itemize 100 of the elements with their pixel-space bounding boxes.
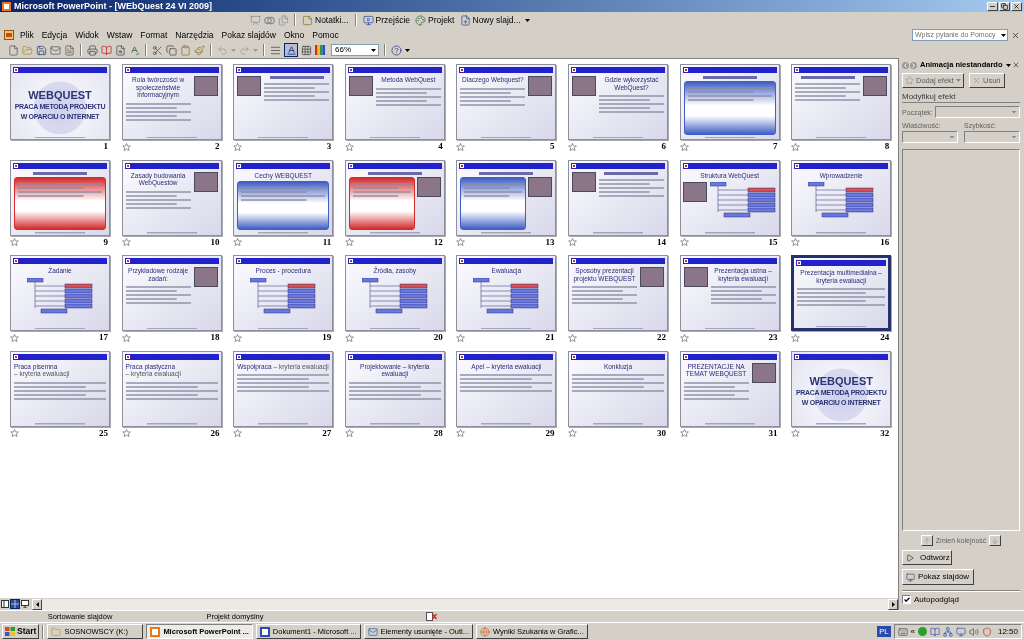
slide-thumbnail[interactable] bbox=[791, 64, 892, 140]
zoom-combobox[interactable]: 66% bbox=[331, 44, 379, 56]
play-button[interactable]: Odtwórz bbox=[902, 550, 952, 565]
back-icon[interactable] bbox=[902, 61, 909, 69]
paste-icon[interactable] bbox=[180, 44, 191, 56]
slide-icon[interactable] bbox=[250, 14, 261, 26]
notes-button[interactable]: Notatki... bbox=[301, 13, 350, 27]
close-button[interactable] bbox=[1011, 1, 1022, 11]
star-icon[interactable] bbox=[567, 142, 577, 151]
spellcheck-icon[interactable] bbox=[129, 44, 140, 56]
star-icon[interactable] bbox=[791, 333, 801, 342]
star-icon[interactable] bbox=[10, 429, 19, 437]
star-icon[interactable] bbox=[344, 142, 354, 151]
mail-icon[interactable] bbox=[50, 44, 61, 56]
slide-thumbnail[interactable] bbox=[344, 159, 445, 236]
horizontal-scrollbar[interactable] bbox=[32, 598, 898, 610]
slide-thumbnail[interactable] bbox=[233, 64, 334, 140]
save-icon[interactable] bbox=[36, 44, 47, 56]
book-icon[interactable] bbox=[101, 44, 112, 56]
star-icon[interactable] bbox=[679, 429, 689, 437]
network-icon[interactable] bbox=[942, 626, 953, 637]
close-icon[interactable] bbox=[1012, 61, 1020, 69]
transition-button[interactable]: Przejście bbox=[361, 13, 412, 27]
menu-item[interactable]: Pokaz slajdów bbox=[217, 30, 280, 40]
color-stripes-icon[interactable] bbox=[315, 45, 325, 55]
new-file-icon[interactable] bbox=[8, 44, 19, 56]
redo-icon[interactable] bbox=[239, 44, 250, 56]
design-button[interactable]: Projekt bbox=[414, 13, 456, 27]
star-icon[interactable] bbox=[567, 238, 577, 246]
file-search-icon[interactable] bbox=[115, 44, 126, 56]
dropdown-icon[interactable] bbox=[1006, 63, 1011, 67]
document-icon[interactable] bbox=[64, 44, 75, 56]
open-folder-icon[interactable] bbox=[22, 44, 33, 56]
move-down-button[interactable] bbox=[989, 535, 1002, 546]
rings-icon[interactable] bbox=[264, 14, 275, 26]
view-button[interactable] bbox=[20, 599, 30, 609]
scroll-left-button[interactable] bbox=[32, 598, 42, 610]
star-icon[interactable] bbox=[121, 238, 131, 246]
page-cross-icon[interactable] bbox=[426, 612, 437, 621]
menu-item[interactable]: Okno bbox=[279, 30, 309, 40]
menu-item[interactable]: Widok bbox=[71, 30, 103, 40]
slide-thumbnail[interactable] bbox=[567, 159, 668, 236]
toolbar-options-icon[interactable] bbox=[524, 18, 530, 22]
star-icon[interactable] bbox=[791, 429, 801, 437]
cut-icon[interactable] bbox=[152, 44, 163, 56]
menu-item[interactable]: Pomoc bbox=[308, 30, 343, 40]
star-icon[interactable] bbox=[791, 142, 801, 151]
star-icon[interactable] bbox=[344, 238, 354, 246]
new-slide-button[interactable]: Nowy slajd... bbox=[458, 13, 522, 27]
star-icon[interactable] bbox=[456, 333, 466, 342]
star-icon[interactable] bbox=[233, 238, 243, 246]
caret-icon[interactable] bbox=[405, 48, 410, 52]
brush-icon[interactable] bbox=[194, 44, 205, 56]
copy-icon[interactable] bbox=[166, 44, 177, 56]
star-icon[interactable] bbox=[121, 429, 131, 437]
undo-icon[interactable] bbox=[217, 44, 228, 56]
star-icon[interactable] bbox=[567, 429, 577, 437]
lines-icon[interactable] bbox=[270, 44, 281, 56]
view-button[interactable] bbox=[10, 599, 20, 609]
star-icon[interactable] bbox=[567, 333, 577, 342]
show-formatting-button[interactable] bbox=[284, 43, 298, 57]
close-icon[interactable] bbox=[1011, 30, 1020, 40]
star-icon[interactable] bbox=[233, 333, 243, 342]
grid-icon[interactable] bbox=[301, 44, 312, 56]
star-icon[interactable] bbox=[10, 238, 19, 246]
star-icon[interactable] bbox=[233, 142, 243, 151]
expand-tray-button[interactable]: « bbox=[910, 627, 915, 636]
print-icon[interactable] bbox=[87, 44, 98, 56]
menu-item[interactable]: Edycja bbox=[37, 30, 72, 40]
keyboard-icon[interactable] bbox=[897, 626, 908, 637]
menu-item[interactable]: Wstaw bbox=[102, 30, 137, 40]
checkbox[interactable] bbox=[902, 595, 911, 604]
slide-show-button[interactable]: Pokaz slajdów bbox=[902, 569, 974, 585]
slide-thumbnail[interactable] bbox=[679, 64, 780, 140]
star-icon[interactable] bbox=[233, 429, 243, 437]
star-icon[interactable] bbox=[679, 333, 689, 342]
menu-item[interactable]: Format bbox=[136, 30, 172, 40]
slide-thumbnail[interactable] bbox=[456, 159, 557, 236]
slide-thumbnail[interactable] bbox=[10, 159, 110, 236]
forward-icon[interactable] bbox=[910, 61, 917, 69]
monitor-icon[interactable] bbox=[955, 626, 966, 637]
circle-icon[interactable] bbox=[917, 627, 927, 636]
menu-item[interactable]: Plik bbox=[16, 30, 38, 40]
app-icon[interactable] bbox=[4, 30, 14, 40]
view-button[interactable] bbox=[0, 599, 10, 609]
speaker-icon[interactable] bbox=[968, 626, 979, 637]
star-icon[interactable] bbox=[679, 142, 689, 151]
shield-icon[interactable] bbox=[981, 626, 992, 637]
star-icon[interactable] bbox=[791, 238, 801, 246]
star-icon[interactable] bbox=[121, 333, 131, 342]
star-icon[interactable] bbox=[456, 142, 466, 151]
star-icon[interactable] bbox=[344, 333, 354, 342]
move-up-button[interactable] bbox=[920, 535, 933, 546]
star-icon[interactable] bbox=[121, 142, 131, 151]
star-icon[interactable] bbox=[344, 429, 354, 437]
start-button[interactable]: Start bbox=[2, 624, 40, 639]
star-icon[interactable] bbox=[10, 333, 19, 342]
menu-item[interactable]: Narzędzia bbox=[171, 30, 218, 40]
restore-button[interactable] bbox=[999, 1, 1010, 11]
pages-icon[interactable] bbox=[278, 14, 289, 26]
